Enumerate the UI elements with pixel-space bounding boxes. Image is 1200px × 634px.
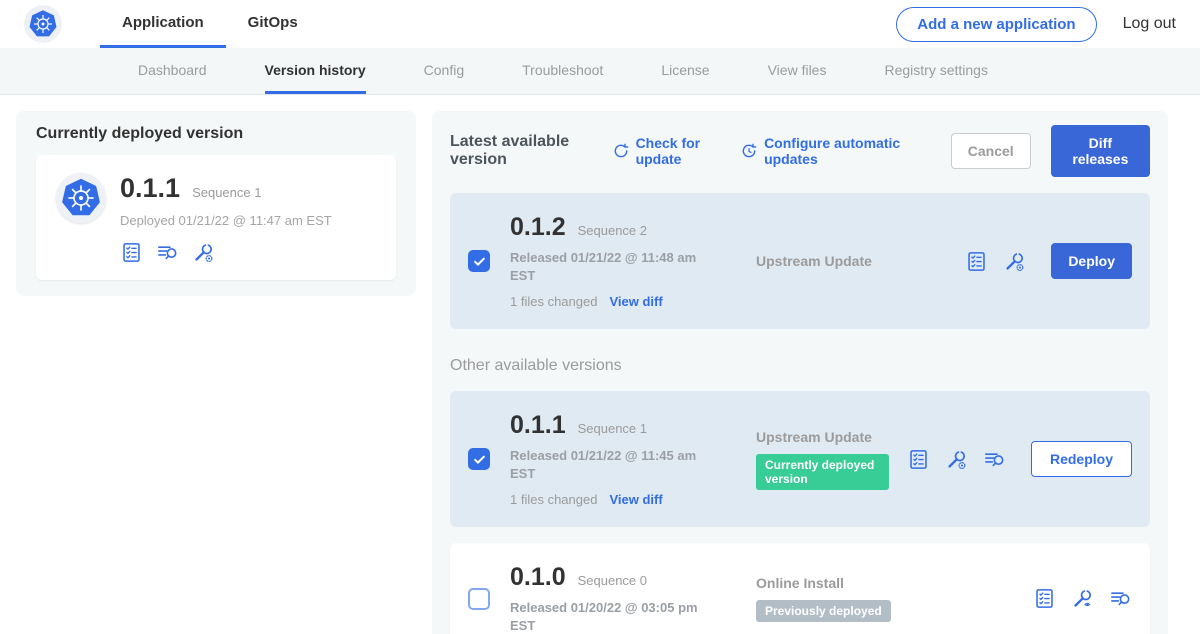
deployed-timestamp: Deployed 01/21/22 @ 11:47 am EST: [120, 213, 332, 228]
currently-deployed-card: 0.1.1 Sequence 1 Deployed 01/21/22 @ 11:…: [36, 155, 396, 280]
version-row-0-1-0: 0.1.0 Sequence 0 Released 01/20/22 @ 03:…: [450, 543, 1150, 634]
tab-application[interactable]: Application: [100, 0, 226, 48]
version-row-0-1-1: 0.1.1 Sequence 1 Released 01/21/22 @ 11:…: [450, 391, 1150, 527]
configure-automatic-updates-link[interactable]: Configure automatic updates: [740, 135, 911, 167]
files-changed-label: 1 files changed: [510, 294, 597, 309]
configure-automatic-updates-label: Configure automatic updates: [764, 135, 911, 167]
checkmark-icon: [472, 254, 487, 269]
sequence-label: Sequence 0: [578, 573, 647, 588]
deployed-sequence-label: Sequence 1: [192, 185, 261, 200]
version-source-label: Upstream Update: [756, 253, 947, 269]
deploy-logs-icon[interactable]: [156, 241, 179, 264]
subnav-version-history[interactable]: Version history: [265, 48, 366, 94]
config-wrench-gear-icon[interactable]: [1003, 250, 1026, 273]
preflight-checklist-icon[interactable]: [907, 448, 930, 471]
preflight-checklist-icon[interactable]: [120, 241, 143, 264]
config-wrench-gear-icon[interactable]: [945, 448, 968, 471]
version-row-0-1-2: 0.1.2 Sequence 2 Released 01/21/22 @ 11:…: [450, 193, 1150, 329]
currently-deployed-panel: Currently deployed version 0.1.1 Sequenc…: [16, 111, 416, 296]
version-number: 0.1.2: [510, 213, 566, 242]
refresh-icon: [612, 142, 630, 160]
latest-available-title: Latest available version: [450, 133, 592, 169]
files-changed-label: 1 files changed: [510, 492, 597, 507]
redeploy-button[interactable]: Redeploy: [1031, 441, 1132, 477]
subnav-dashboard[interactable]: Dashboard: [138, 48, 207, 94]
app-logo: [24, 0, 62, 48]
released-timestamp: Released 01/21/22 @ 11:48 am EST: [510, 249, 718, 284]
check-for-update-label: Check for update: [636, 135, 721, 167]
deploy-logs-icon[interactable]: [1109, 587, 1132, 610]
top-nav: Application GitOps Add a new application…: [0, 0, 1200, 48]
topnav-spacer: [320, 0, 897, 48]
add-new-application-button[interactable]: Add a new application: [896, 7, 1096, 42]
subnav-view-files[interactable]: View files: [768, 48, 827, 94]
kubernetes-logo-icon: [24, 5, 62, 43]
preflight-checklist-icon[interactable]: [965, 250, 988, 273]
app-sub-nav: Dashboard Version history Config Trouble…: [0, 48, 1200, 95]
subnav-troubleshoot[interactable]: Troubleshoot: [522, 48, 603, 94]
cancel-button[interactable]: Cancel: [951, 133, 1031, 169]
currently-deployed-title: Currently deployed version: [36, 125, 396, 143]
previously-deployed-badge: Previously deployed: [756, 600, 891, 622]
version-source-label: Online Install: [756, 575, 1015, 591]
config-wrench-eye-icon[interactable]: [1071, 587, 1094, 610]
sequence-label: Sequence 1: [578, 421, 647, 436]
released-timestamp: Released 01/20/22 @ 03:05 pm EST: [510, 599, 718, 634]
version-checkbox[interactable]: [468, 448, 490, 470]
config-wrench-gear-icon[interactable]: [192, 241, 215, 264]
version-source-label: Upstream Update: [756, 429, 889, 445]
deploy-button[interactable]: Deploy: [1051, 243, 1132, 279]
view-diff-link[interactable]: View diff: [609, 294, 662, 309]
tab-gitops[interactable]: GitOps: [226, 0, 320, 48]
kubernetes-app-icon: [56, 173, 106, 223]
version-number: 0.1.1: [510, 411, 566, 440]
subnav-license[interactable]: License: [661, 48, 709, 94]
diff-releases-button[interactable]: Diff releases: [1051, 125, 1150, 177]
clock-refresh-icon: [740, 142, 758, 160]
deployed-version-number: 0.1.1: [120, 173, 180, 204]
check-for-update-link[interactable]: Check for update: [612, 135, 721, 167]
sequence-label: Sequence 2: [578, 223, 647, 238]
view-diff-link[interactable]: View diff: [609, 492, 662, 507]
version-checkbox[interactable]: [468, 588, 490, 610]
other-available-versions-title: Other available versions: [450, 357, 1150, 375]
subnav-config[interactable]: Config: [424, 48, 464, 94]
subnav-registry-settings[interactable]: Registry settings: [884, 48, 987, 94]
available-versions-panel: Latest available version Check for updat…: [432, 111, 1168, 634]
logout-link[interactable]: Log out: [1123, 15, 1176, 33]
released-timestamp: Released 01/21/22 @ 11:45 am EST: [510, 447, 718, 482]
checkmark-icon: [472, 452, 487, 467]
preflight-checklist-icon[interactable]: [1033, 587, 1056, 610]
main-content: Currently deployed version 0.1.1 Sequenc…: [0, 95, 1200, 634]
currently-deployed-badge: Currently deployed version: [756, 454, 889, 490]
version-number: 0.1.0: [510, 563, 566, 592]
deploy-logs-icon[interactable]: [983, 448, 1006, 471]
version-checkbox[interactable]: [468, 250, 490, 272]
